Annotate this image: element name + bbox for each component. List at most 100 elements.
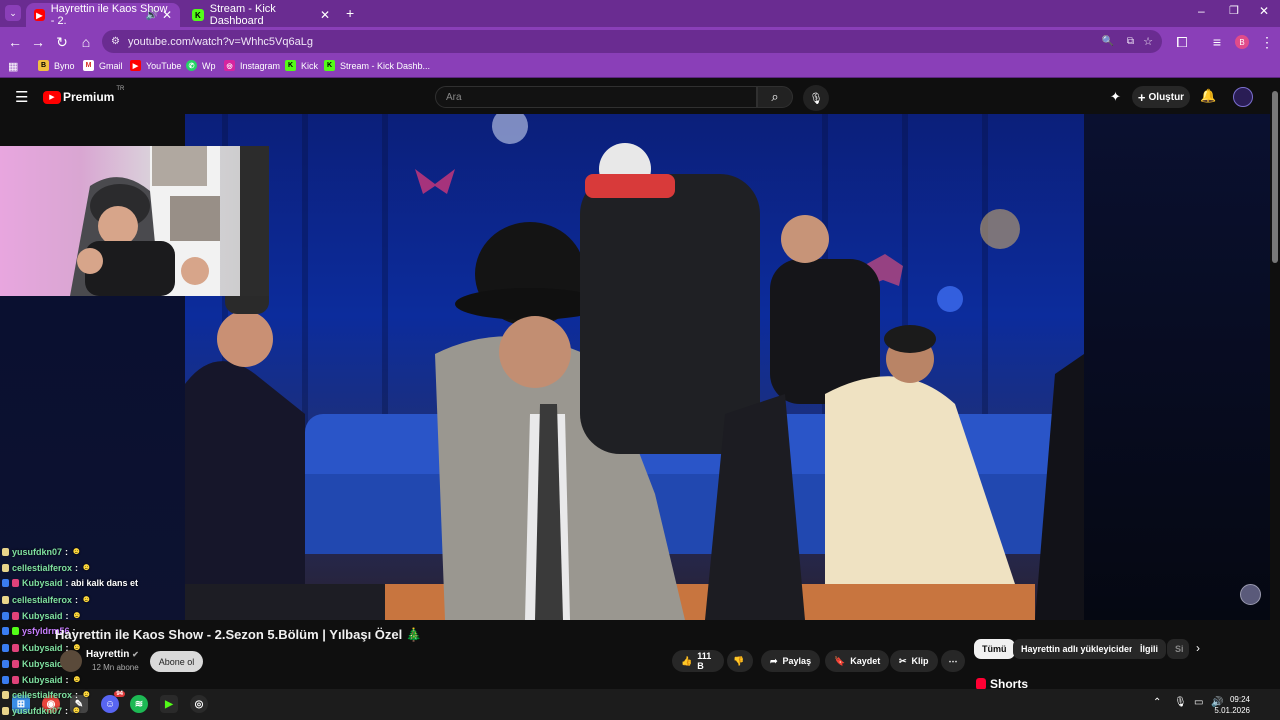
emote-icon: ☻ [81,562,92,573]
bookmark-label: Stream - Kick Dashb... [340,60,431,71]
chat-username: cellestialferox [12,594,73,605]
back-icon[interactable]: ← [5,32,25,52]
chat-badge-icon [2,547,9,556]
page-scrollbar[interactable] [1270,79,1280,689]
network-tray-icon[interactable]: ▭ [1194,697,1203,708]
channel-name[interactable]: Hayrettin ✔ [86,649,139,660]
channel-avatar[interactable] [60,650,82,672]
chat-text: : abi kalk dans et [65,578,139,588]
chat-message: Kubysaid : abi kalk dans et [2,578,138,588]
minimize-icon[interactable]: – [1198,4,1205,18]
tab-kick[interactable]: K Stream - Kick Dashboard ✕ [184,3,338,27]
search-button[interactable]: ⌕ [757,86,793,108]
reload-icon[interactable]: ↻ [52,32,72,52]
chip-from-uploader[interactable]: Hayrettin adlı yükleyiciden [1013,639,1143,659]
bookmark-instagram[interactable]: ◎ Instagram [224,60,280,71]
thumbs-up-icon: 👍 [681,655,693,666]
tab-search-button[interactable]: ⌄ [5,5,21,21]
notifications-bell-icon[interactable]: 🔔 [1200,88,1216,104]
chat-badge-icon [2,675,9,684]
save-button[interactable]: 🔖 Kaydet [825,650,890,672]
new-tab-icon[interactable]: + [346,5,354,21]
bookmark-label: Instagram [240,60,281,71]
like-button[interactable]: 👍 111 B [672,650,724,672]
media-control-icon[interactable]: ≡ [1207,32,1227,52]
audio-icon[interactable]: 🔊 [146,10,158,21]
chat-username: Kubysaid [22,610,63,621]
bookmark-star-icon[interactable]: ☆ [1143,35,1153,48]
chat-badge-icon [12,611,19,620]
bookmark-wp[interactable]: ✆ Wp [186,60,216,71]
emote-icon: ☻ [81,594,92,605]
hamburger-menu-icon[interactable]: ☰ [15,88,28,106]
chat-text: : [75,562,79,573]
byno-icon: B [38,60,49,71]
more-actions-button[interactable]: ⋯ [941,650,965,672]
address-bar[interactable]: ⚙ youtube.com/watch?v=Whhc5Vq6aLg 🔍 ⧉ ☆ [102,30,1162,53]
site-info-icon[interactable]: ⚙ [111,36,120,47]
close-tab-icon[interactable]: ✕ [162,8,172,22]
floating-channel-icon[interactable] [1240,584,1261,605]
spotify-taskbar-icon[interactable]: ≋ [130,695,148,713]
chat-message: Kubysaid : ☻ [2,674,82,685]
bookmark-kick[interactable]: K Kick [285,60,318,71]
clock-time: 09:24 [1229,695,1250,704]
zoom-icon[interactable]: 🔍 [1102,36,1114,47]
tray-chevron-icon[interactable]: ⌃ [1153,697,1161,708]
search-icon: ⌕ [771,89,779,104]
menu-kebab-icon[interactable]: ⋮ [1257,32,1277,52]
video-player[interactable] [185,114,1084,620]
clip-button[interactable]: ✂ Klip [890,650,938,672]
restore-icon[interactable]: ❐ [1229,4,1239,17]
discord-taskbar-icon[interactable]: ☺ 94 [101,691,125,713]
chat-badge-icon [12,643,19,652]
subscribe-button[interactable]: Abone ol [150,651,203,672]
more-icon: ⋯ [948,655,958,666]
youtube-icon: ▶ [130,60,141,71]
youtube-logo[interactable]: ▶ Premium TR [43,86,124,104]
bookmark-gmail[interactable]: M Gmail [83,60,123,71]
bookmark-kick-dashboard[interactable]: K Stream - Kick Dashb... [324,60,430,71]
account-avatar[interactable] [1233,87,1253,107]
chat-badge-icon [2,563,9,572]
profile-avatar[interactable]: B [1232,32,1252,52]
bookmark-label: Kick [301,60,319,71]
create-button[interactable]: + Oluştur [1132,86,1190,108]
chip-all[interactable]: Tümü [974,639,1015,659]
youtube-header: ☰ ▶ Premium TR Ara ⌕ 🎙 ✦ + Oluştur 🔔 [0,79,1280,114]
chat-message: cellestialferox : ☻ [2,689,92,700]
streaming-app-icon[interactable]: ▶ [160,695,178,713]
emote-icon: ☻ [71,705,82,716]
video-frame-scene [185,114,1084,620]
clip-label: Klip [911,656,929,666]
scrollbar-thumb[interactable] [1272,91,1278,263]
close-tab-icon[interactable]: ✕ [320,8,330,22]
forward-icon[interactable]: → [28,32,48,52]
bookmark-byno[interactable]: B Byno [38,60,75,71]
obs-taskbar-icon[interactable]: ◎ [190,695,208,713]
system-clock[interactable]: 09:24 5.01.2026 [1214,694,1250,716]
gmail-icon: M [83,60,94,71]
close-window-icon[interactable]: ✕ [1259,4,1269,18]
chat-message: yusufdkn07 : ☻ [2,546,82,557]
share-button[interactable]: ➦ Paylaş [761,650,821,672]
bookmark-icon: 🔖 [834,655,846,666]
search-input[interactable]: Ara [435,86,757,108]
voice-search-button[interactable]: 🎙 [803,85,829,111]
chat-message: Kubysaid : ☻ [2,610,82,621]
chip-more[interactable]: Si [1167,639,1189,659]
bookmark-youtube[interactable]: ▶ YouTube [130,60,181,71]
webcam-scene [70,146,269,296]
chat-badge-icon [2,659,9,668]
apps-grid-icon[interactable]: ▦ [8,60,18,73]
tab-youtube[interactable]: ▶ Hayrettin ile Kaos Show - 2. 🔊 ✕ [26,3,180,27]
chip-next-icon[interactable]: › [1196,641,1200,655]
mic-tray-icon[interactable]: 🎙 [1174,697,1187,708]
home-icon[interactable]: ⌂ [76,32,96,52]
logo-region: TR [116,86,125,92]
chip-related[interactable]: İlgili [1132,639,1166,659]
dislike-button[interactable]: 👎 [727,650,753,672]
extensions-icon[interactable]: ⧠ [1172,32,1192,52]
premium-badge-icon[interactable]: ✦ [1110,89,1121,105]
cast-icon[interactable]: ⧉ [1127,36,1134,47]
